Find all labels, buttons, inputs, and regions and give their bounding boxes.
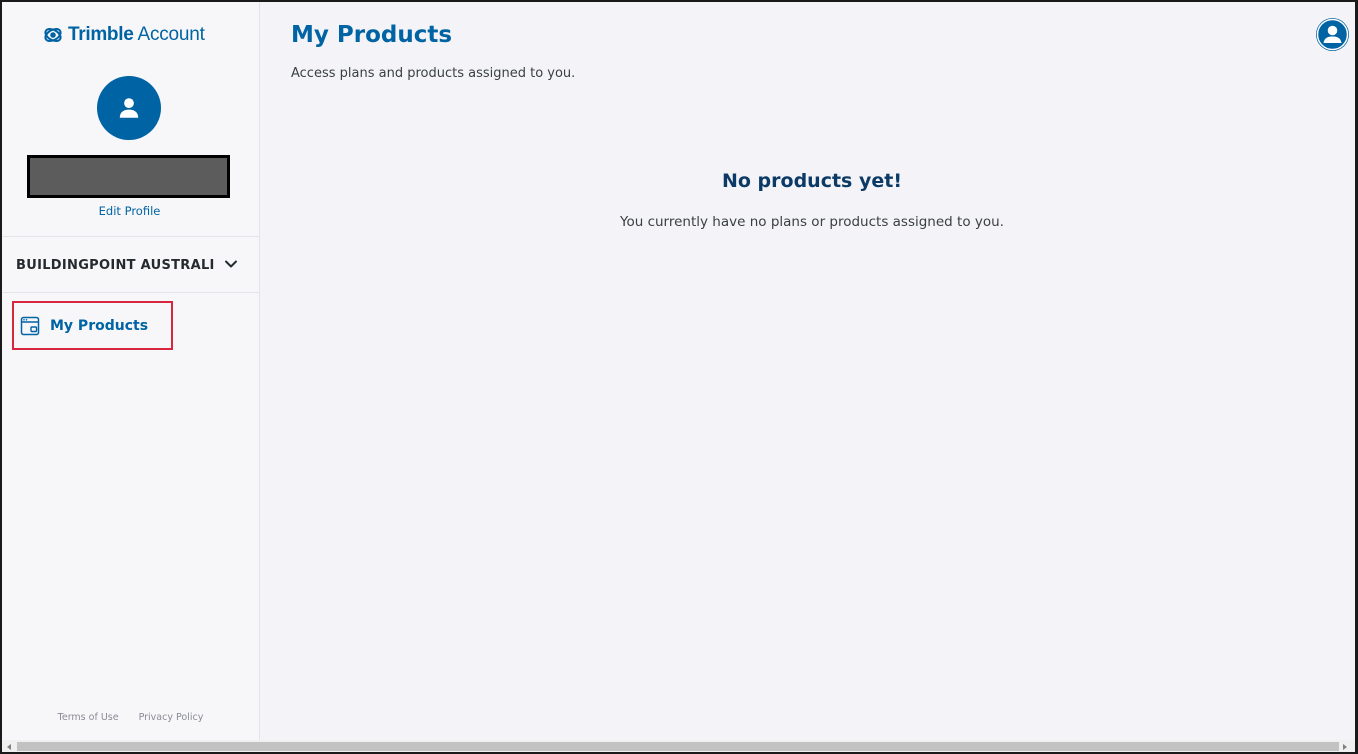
sidebar-item-label: My Products: [50, 317, 149, 334]
sidebar-item-my-products[interactable]: My Products: [12, 301, 173, 350]
user-icon: [1316, 18, 1349, 51]
user-menu-button[interactable]: [1316, 18, 1349, 51]
page-title: My Products: [291, 22, 453, 48]
terms-of-use-link[interactable]: Terms of Use: [58, 712, 119, 723]
profile-avatar: [97, 76, 161, 140]
chevron-down-icon: [225, 260, 237, 268]
trimble-logo[interactable]: Trimble Account: [42, 22, 205, 48]
main-content: My Products Access plans and products as…: [261, 2, 1355, 740]
sidebar: Trimble Account Edit Profile BUILDINGPOI…: [2, 2, 260, 740]
scroll-right-arrow-icon[interactable]: [1341, 743, 1349, 751]
scrollbar-thumb[interactable]: [17, 742, 1339, 751]
scroll-left-arrow-icon[interactable]: [5, 743, 13, 751]
horizontal-scrollbar[interactable]: [2, 740, 1355, 752]
organization-name: BUILDINGPOINT AUSTRALI...: [16, 257, 216, 273]
app-window: Trimble Account Edit Profile BUILDINGPOI…: [0, 0, 1358, 754]
user-icon: [119, 98, 139, 118]
logo-brand-text: Trimble: [68, 24, 134, 45]
page-subtitle: Access plans and products assigned to yo…: [291, 66, 576, 81]
redacted-user-name: [27, 155, 230, 198]
edit-profile-link[interactable]: Edit Profile: [2, 204, 257, 218]
sidebar-footer: Terms of Use Privacy Policy: [2, 712, 259, 723]
empty-state-message: You currently have no plans or products …: [620, 214, 1004, 230]
trimble-globe-icon: [44, 27, 62, 43]
logo-product-text: Account: [137, 24, 205, 45]
products-window-icon: [20, 316, 40, 335]
organization-selector[interactable]: BUILDINGPOINT AUSTRALI...: [2, 238, 259, 292]
sidebar-divider: [2, 292, 259, 293]
privacy-policy-link[interactable]: Privacy Policy: [139, 712, 204, 723]
empty-state-title: No products yet!: [721, 170, 902, 192]
sidebar-divider: [2, 236, 259, 237]
